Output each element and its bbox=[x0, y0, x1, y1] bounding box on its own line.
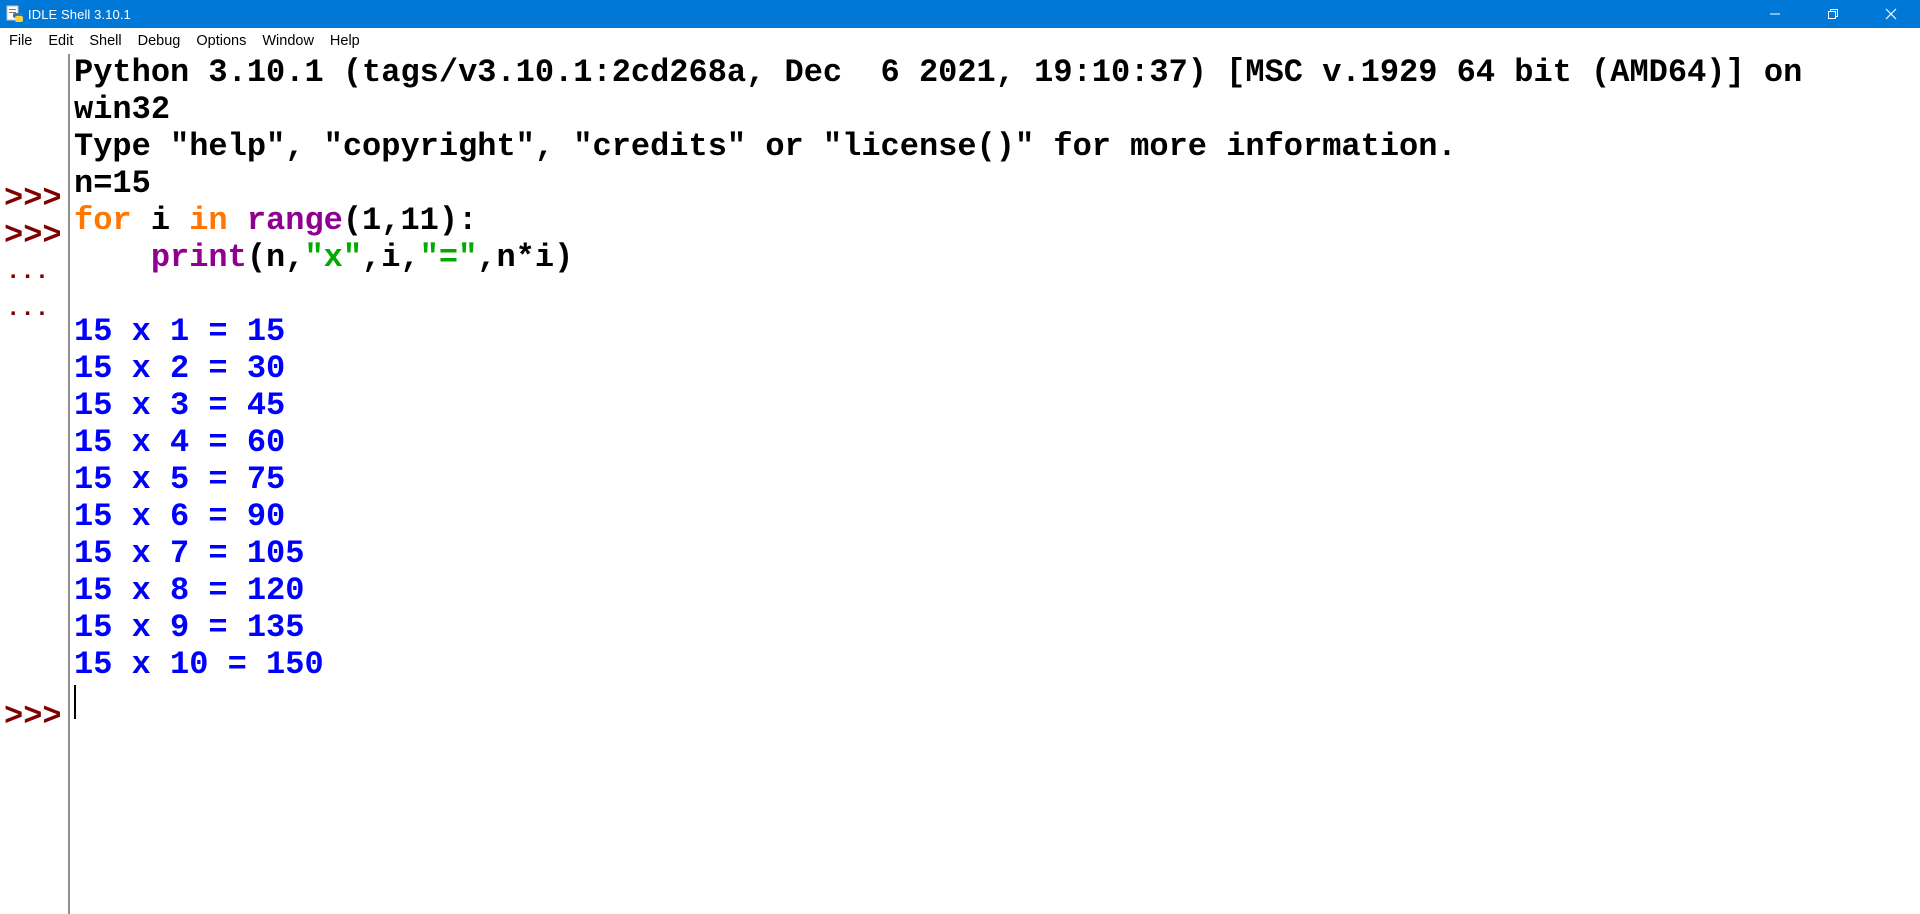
code-token: (1,11): bbox=[342, 202, 478, 239]
output-line: 15 x 4 = 60 bbox=[74, 424, 286, 461]
builtin-token: print bbox=[150, 239, 247, 276]
banner-line: Python 3.10.1 (tags/v3.10.1:2cd268a, Dec… bbox=[74, 54, 1803, 91]
code-token: i bbox=[131, 202, 190, 239]
keyword-token: for bbox=[74, 202, 132, 239]
string-token: "=" bbox=[419, 239, 478, 276]
prompt-marker: >>> bbox=[4, 698, 62, 735]
prompt-marker: >>> bbox=[4, 180, 62, 217]
menu-window[interactable]: Window bbox=[254, 28, 322, 54]
restore-icon bbox=[1828, 9, 1838, 19]
continuation-marker: ... bbox=[6, 296, 50, 323]
title-bar[interactable]: IDLE Shell 3.10.1 bbox=[0, 0, 1920, 28]
input-line: print(n,"x",i,"=",n*i) bbox=[74, 239, 573, 276]
restore-button[interactable] bbox=[1804, 0, 1862, 28]
code-token: ,n*i) bbox=[477, 239, 574, 276]
banner-info-line: Type "help", "copyright", "credits" or "… bbox=[74, 128, 1457, 165]
output-line: 15 x 1 = 15 bbox=[74, 313, 286, 350]
output-line: 15 x 5 = 75 bbox=[74, 461, 286, 498]
python-idle-icon bbox=[6, 5, 24, 23]
minimize-button[interactable] bbox=[1746, 0, 1804, 28]
input-line: for i in range(1,11): bbox=[74, 202, 477, 239]
text-cursor bbox=[74, 685, 76, 719]
code-token: (n, bbox=[246, 239, 305, 276]
indent-token bbox=[74, 239, 151, 276]
output-line: 15 x 2 = 30 bbox=[74, 350, 286, 387]
prompt-sidebar: >>> >>> ... ... >>> bbox=[0, 54, 70, 914]
menu-shell[interactable]: Shell bbox=[81, 28, 129, 54]
menu-edit[interactable]: Edit bbox=[40, 28, 81, 54]
menu-debug[interactable]: Debug bbox=[130, 28, 189, 54]
shell-text-area[interactable]: Python 3.10.1 (tags/v3.10.1:2cd268a, Dec… bbox=[74, 54, 1900, 914]
window-title: IDLE Shell 3.10.1 bbox=[28, 6, 131, 22]
output-line: 15 x 8 = 120 bbox=[74, 572, 305, 609]
menu-options[interactable]: Options bbox=[188, 28, 254, 54]
output-line: 15 x 3 = 45 bbox=[74, 387, 286, 424]
menu-file[interactable]: File bbox=[0, 28, 40, 54]
idle-shell-window: IDLE Shell 3.10.1 File Edit Shell Debug … bbox=[0, 0, 1920, 914]
banner-line: win32 bbox=[74, 91, 171, 128]
keyword-token: in bbox=[189, 202, 228, 239]
vertical-scrollbar[interactable] bbox=[1900, 54, 1920, 914]
menu-help[interactable]: Help bbox=[322, 28, 368, 54]
input-line: n=15 bbox=[74, 165, 151, 202]
output-line: 15 x 9 = 135 bbox=[74, 609, 305, 646]
code-token: ,i, bbox=[362, 239, 420, 276]
continuation-marker: ... bbox=[6, 259, 50, 286]
window-controls bbox=[1746, 0, 1920, 28]
minimize-icon bbox=[1770, 13, 1780, 15]
output-line: 15 x 7 = 105 bbox=[74, 535, 305, 572]
output-line: 15 x 6 = 90 bbox=[74, 498, 286, 535]
menu-bar: File Edit Shell Debug Options Window Hel… bbox=[0, 28, 1920, 55]
prompt-marker: >>> bbox=[4, 217, 62, 254]
close-button[interactable] bbox=[1862, 0, 1920, 28]
builtin-token: range bbox=[246, 202, 343, 239]
output-line: 15 x 10 = 150 bbox=[74, 646, 324, 683]
close-icon bbox=[1885, 8, 1897, 20]
string-token: "x" bbox=[304, 239, 363, 276]
